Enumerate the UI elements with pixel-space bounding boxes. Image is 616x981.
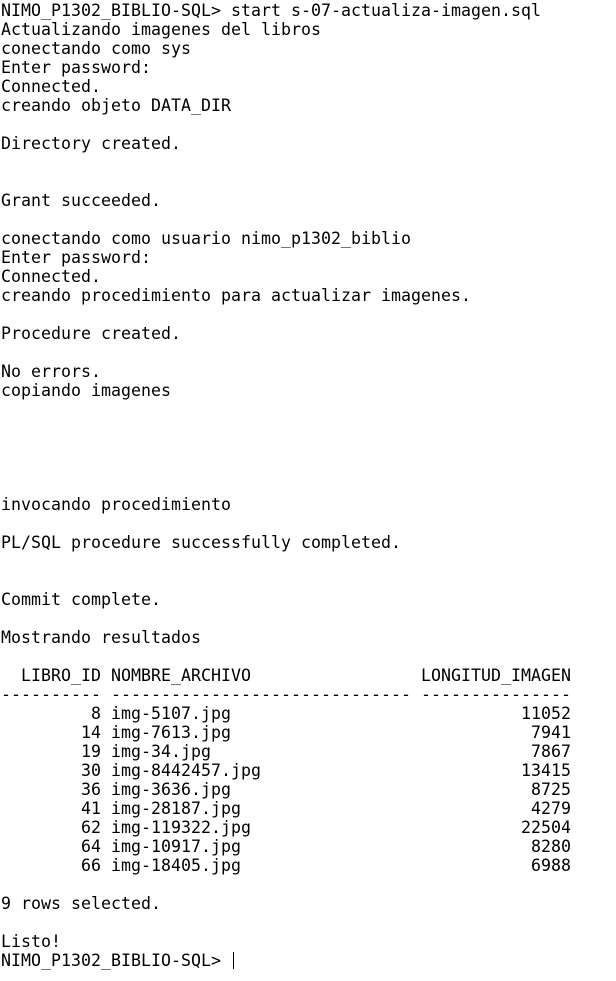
terminal-line: Enter password: xyxy=(1,248,152,267)
terminal-line: Mostrando resultados xyxy=(1,628,202,647)
terminal-line: Connected. xyxy=(1,77,102,96)
terminal-line: copiando imagenes xyxy=(1,381,172,400)
terminal-prompt-line[interactable]: NIMO_P1302_BIBLIO-SQL> xyxy=(1,951,615,970)
terminal-line: No errors. xyxy=(1,362,102,381)
sql-prompt: NIMO_P1302_BIBLIO-SQL> xyxy=(1,951,232,970)
terminal-line: Grant succeeded. xyxy=(1,191,162,210)
table-row: 8 img-5107.jpg 11052 xyxy=(1,704,572,723)
terminal-line: Connected. xyxy=(1,267,102,286)
terminal-line: creando objeto DATA_DIR xyxy=(1,96,232,115)
table-row: 62 img-119322.jpg 22504 xyxy=(1,818,572,837)
terminal-line: conectando como sys xyxy=(1,39,192,58)
table-row: 14 img-7613.jpg 7941 xyxy=(1,723,572,742)
terminal-line: Commit complete. xyxy=(1,590,162,609)
table-row: 19 img-34.jpg 7867 xyxy=(1,742,572,761)
table-row: 64 img-10917.jpg 8280 xyxy=(1,837,572,856)
table-row: 36 img-3636.jpg 8725 xyxy=(1,780,572,799)
table-row: 66 img-18405.jpg 6988 xyxy=(1,856,572,875)
terminal-output[interactable]: NIMO_P1302_BIBLIO-SQL> start s-07-actual… xyxy=(1,1,615,980)
terminal-line: 9 rows selected. xyxy=(1,894,162,913)
terminal-line: invocando procedimiento xyxy=(1,495,232,514)
terminal-line: Listo! xyxy=(1,932,62,951)
terminal-line: Procedure created. xyxy=(1,324,182,343)
text-cursor xyxy=(233,952,235,969)
terminal-line: Enter password: xyxy=(1,58,152,77)
terminal-line: PL/SQL procedure successfully completed. xyxy=(1,533,402,552)
results-table-separator: ---------- -----------------------------… xyxy=(1,685,572,704)
terminal-line: creando procedimiento para actualizar im… xyxy=(1,286,472,305)
table-row: 30 img-8442457.jpg 13415 xyxy=(1,761,572,780)
table-row: 41 img-28187.jpg 4279 xyxy=(1,799,572,818)
terminal-line: Directory created. xyxy=(1,134,182,153)
results-table-header: LIBRO_ID NOMBRE_ARCHIVO LONGITUD_IMAGEN xyxy=(1,666,572,685)
terminal-line: Actualizando imagenes del libros xyxy=(1,20,322,39)
terminal-line: NIMO_P1302_BIBLIO-SQL> start s-07-actual… xyxy=(1,1,542,20)
terminal-line: conectando como usuario nimo_p1302_bibli… xyxy=(1,229,412,248)
